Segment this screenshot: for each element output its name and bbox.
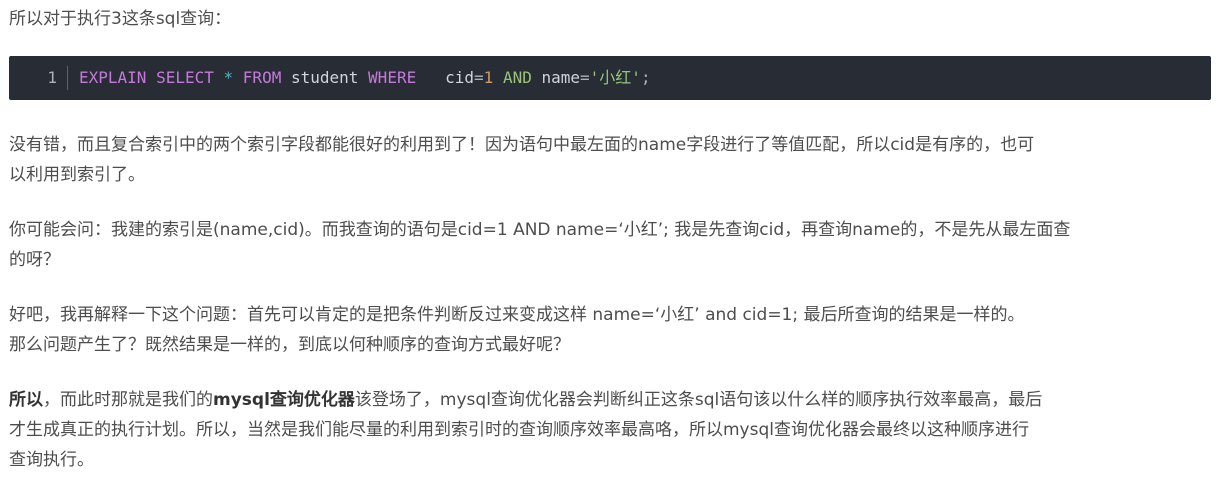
paragraph-line: 没有错，而且复合索引中的两个索引字段都能很好的利用到了！因为语句中最左面的nam… <box>9 135 1035 155</box>
paragraph-4: 所以，而此时那就是我们的mysql查询优化器该登场了，mysql查询优化器会判断… <box>9 385 1209 475</box>
operator-equals: = <box>580 68 590 87</box>
semicolon: ; <box>640 68 651 87</box>
keyword-and: AND <box>502 68 532 87</box>
paragraph-line: 那么问题产生了？既然结果是一样的，到底以何种顺序的查询方式最好呢？ <box>9 335 570 355</box>
bold-emphasis: mysql查询优化器 <box>213 390 355 410</box>
paragraph-line: 所以，而此时那就是我们的mysql查询优化器该登场了，mysql查询优化器会判断… <box>9 385 1209 415</box>
code-block: 1 EXPLAIN SELECT * FROM student WHERE ci… <box>9 56 1211 100</box>
paragraph-line: 好吧，我再解释一下这个问题：首先可以肯定的是把条件判断反过来变成这样 name=… <box>9 305 1025 325</box>
keyword-where: WHERE <box>368 68 417 87</box>
paragraph-line: 以利用到索引了。 <box>9 165 145 185</box>
paragraph-2: 你可能会问：我建的索引是(name,cid)。而我查询的语句是cid=1 AND… <box>9 215 1209 275</box>
keyword-from: FROM <box>242 68 282 87</box>
string-literal: '小红' <box>589 68 641 87</box>
inline-text: ，而此时那就是我们的 <box>43 390 213 410</box>
identifier-cid: cid <box>445 68 475 87</box>
operator-equals: = <box>474 68 484 87</box>
intro-text: 所以对于执行3这条sql查询： <box>9 9 232 29</box>
inline-text: 该登场了，mysql查询优化器会判断纠正这条sql语句该以什么样的顺序执行效率最… <box>354 390 1043 410</box>
paragraph-line: 你可能会问：我建的索引是(name,cid)。而我查询的语句是cid=1 AND… <box>9 220 1071 240</box>
line-number: 1 <box>47 68 57 87</box>
operator-star: * <box>223 68 234 87</box>
keyword-explain: EXPLAIN <box>79 68 147 87</box>
bold-emphasis: 所以 <box>9 390 43 410</box>
paragraph-1: 没有错，而且复合索引中的两个索引字段都能很好的利用到了！因为语句中最左面的nam… <box>9 130 1209 190</box>
keyword-select: SELECT <box>156 68 214 87</box>
gutter-divider <box>67 66 68 90</box>
sql-code-line[interactable]: EXPLAIN SELECT * FROM student WHERE cid=… <box>79 56 651 100</box>
identifier-name: name <box>541 68 581 87</box>
number-literal: 1 <box>483 68 494 87</box>
paragraph-line: 的呀？ <box>9 250 60 270</box>
paragraph-3: 好吧，我再解释一下这个问题：首先可以肯定的是把条件判断反过来变成这样 name=… <box>9 300 1209 360</box>
identifier-table: student <box>290 68 359 87</box>
paragraph-line: 才生成真正的执行计划。所以，当然是我们能尽量的利用到索引时的查询顺序效率最高咯，… <box>9 420 1029 440</box>
paragraph-line: 查询执行。 <box>9 450 94 470</box>
